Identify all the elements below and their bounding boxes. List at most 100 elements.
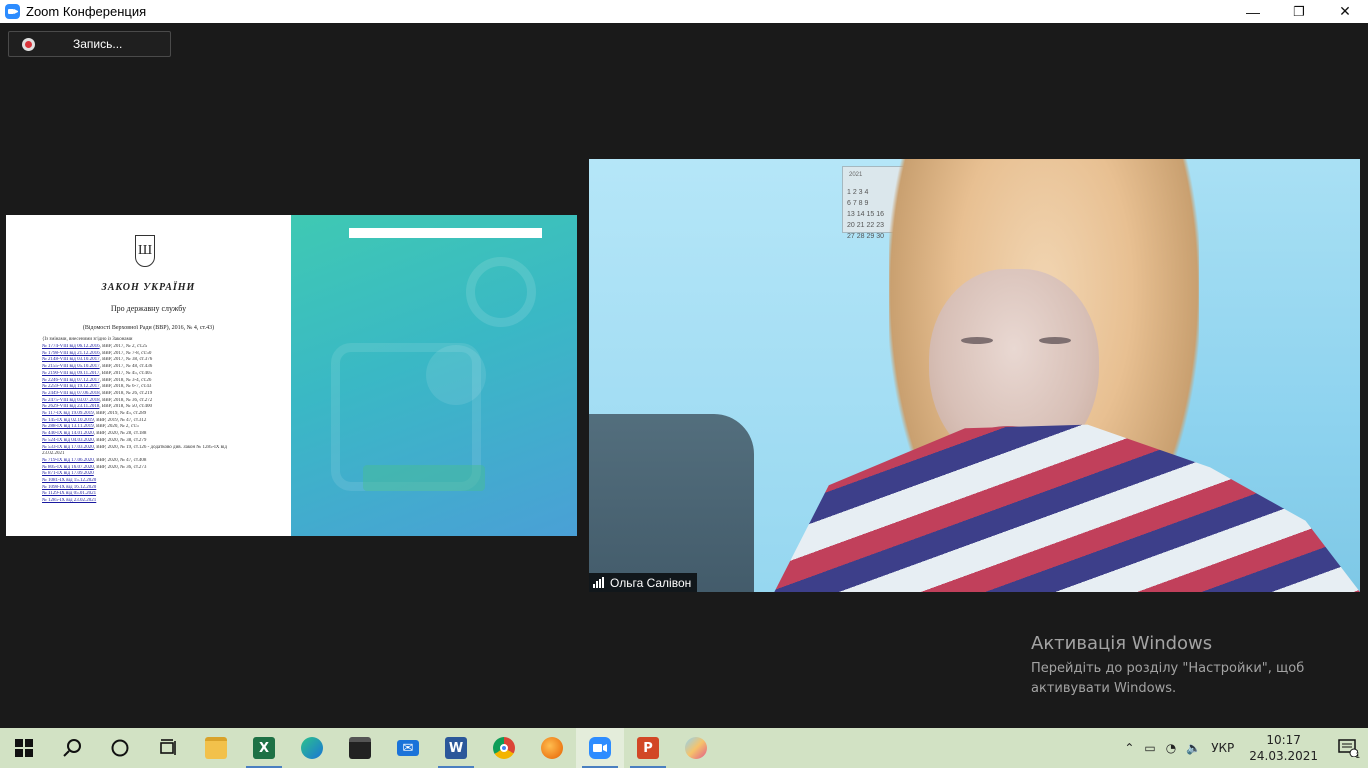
amendment-link[interactable]: № 117-IX від 19.09.2019 [42,411,94,416]
close-button[interactable]: ✕ [1322,0,1368,23]
cortana-circle-icon [111,739,129,757]
amendment-text: , ВВР, 2018, № 36, ст.272 [99,397,153,403]
slide-decor-bar [363,465,485,491]
cortana-button[interactable] [96,728,144,768]
system-tray: ⌃ ▭ ◔ 🔈 УКР 10:17 24.03.2021 1 [1119,728,1368,768]
amendment-link[interactable]: № 1098-IX від 16.12.2020 [42,485,96,490]
amendment-text: , ВВР, 2018, № 26, ст.219 [99,390,153,396]
amendment-row: № 288-IX від 13.11.2019, ВВР, 2020, № 2,… [42,424,282,431]
input-language[interactable]: УКР [1206,741,1239,755]
amendment-row: № 1129-IX від 05.01.2021 [42,491,282,498]
window-controls: — ❐ ✕ [1230,0,1368,23]
amendment-link[interactable]: № 2629-VIII від 23.11.2018 [42,404,99,409]
amendment-link[interactable]: № 145-IX від 02.10.2019 [42,418,94,423]
minimize-button[interactable]: — [1230,0,1276,23]
maximize-button[interactable]: ❐ [1276,0,1322,23]
amendment-link[interactable]: № 440-IX від 14.01.2020 [42,431,94,436]
activation-line-2: активувати Windows. [1031,681,1177,696]
amendment-text: , ВВР, 2017, № 45, ст.405 [99,370,153,376]
amendment-row: № 533-IX від 17.03.2020, ВВР, 2020, № 19… [42,445,282,452]
paint-icon [685,737,707,759]
wifi-icon[interactable]: ◔ [1161,741,1181,755]
amendment-row: № 524-IX від 04.03.2020, ВВР, 2020, № 38… [42,438,282,445]
taskbar-mail[interactable]: ✉ [384,728,432,768]
amendment-link[interactable]: № 719-IX від 17.06.2020 [42,458,94,463]
taskbar-chrome[interactable] [480,728,528,768]
search-button[interactable] [48,728,96,768]
taskbar-zoom[interactable] [576,728,624,768]
amendments-list: № 1774-VIII від 06.12.2016 , ВВР, 2017, №… [42,344,282,505]
amendment-row: № 145-IX від 02.10.2019, ВВР, 2019, № 47… [42,418,282,425]
badge-watermark-icon [426,345,486,405]
taskbar-excel[interactable]: X [240,728,288,768]
activation-title: Активація Windows [1031,633,1213,654]
law-subtitle: Про державну службу [110,304,187,313]
amendment-link[interactable]: № 1129-IX від 05.01.2021 [42,491,96,496]
recording-button[interactable]: Запись... [8,31,171,57]
amendment-text: 23.02.2021 [42,451,65,457]
start-button[interactable] [0,728,48,768]
mail-icon: ✉ [397,740,419,756]
amendment-row: № 2449-VIII від 07.06.2018, ВВР, 2018, №… [42,391,282,398]
amendment-text: , ВВР, 2017, № 38, ст.376 [99,357,153,363]
firefox-icon [541,737,563,759]
amendment-row: № 2259-VIII від 19.12.2017, ВВР, 2018, №… [42,384,282,391]
amendment-link[interactable]: № 1081-IX від 15.12.2020 [42,478,96,483]
amendment-row: № 2148-VIII від 03.10.2017, ВВР, 2017, №… [42,357,282,364]
taskbar-firefox[interactable] [528,728,576,768]
amendment-link[interactable]: № 2190-VIII від 09.11.2017 [42,371,99,376]
search-watermark-icon [466,257,536,327]
activation-text: Перейдіть до розділу "Настройки", щоб ак… [1031,659,1304,699]
amendment-text: , ВВР, 2020, № 38, ст.279 [93,437,147,443]
amendment-link[interactable]: № 524-IX від 04.03.2020 [42,438,94,443]
participant-name: Ольга Салівон [610,575,692,590]
notification-count: 1 [1355,751,1360,760]
task-view-button[interactable] [144,728,192,768]
amendment-link[interactable]: № 533-IX від 17.03.2020 [42,445,94,450]
notification-center-button[interactable]: 1 [1328,728,1368,768]
amendment-link[interactable]: № 2148-VIII від 03.10.2017 [42,357,100,362]
speaker-icon[interactable]: 🔈 [1181,741,1206,755]
amendment-link[interactable]: № 1774-VIII від 06.12.2016 [42,344,100,349]
amendment-row: № 719-IX від 17.06.2020, ВВР, 2020, № 47… [42,458,282,465]
shared-screen[interactable]: Ш ЗАКОН УКРАЇНИ Про державну службу (Від… [6,215,577,536]
chair [589,414,754,592]
taskbar-paint[interactable] [672,728,720,768]
system-clock[interactable]: 10:17 24.03.2021 [1239,732,1328,764]
taskbar-powerpoint[interactable]: P [624,728,672,768]
amendment-link[interactable]: № 871-IX від 17.09.2020 [42,471,94,476]
windows-activation-watermark: Активація Windows Перейдіть до розділу "… [1031,633,1304,699]
law-source: (Відомості Верховної Ради (ВВР), 2016, №… [82,325,215,331]
taskbar-edge[interactable] [288,728,336,768]
taskbar-file-explorer[interactable] [192,728,240,768]
taskbar-word[interactable]: W [432,728,480,768]
amendment-link[interactable]: № 2449-VIII від 07.06.2018 [42,391,100,396]
amendment-link[interactable]: № 288-IX від 13.11.2019 [42,424,94,429]
amendment-text: , ВВР, 2018, № 3-4, ст.26 [99,377,152,383]
amendment-link[interactable]: № 2246-VIII від 07.12.2017 [42,378,100,383]
folder-icon [205,737,227,759]
window-titlebar: Zoom Конференция — ❐ ✕ [0,0,1368,23]
amendment-link[interactable]: № 1285-IX від 23.02.2021 [42,498,96,503]
amendment-row: № 805-IX від 16.07.2020, ВВР, 2020, № 36… [42,465,282,472]
amendment-row: № 1285-IX від 23.02.2021 [42,498,282,505]
word-icon: W [445,737,467,759]
amendment-text: , ВВР, 2018, № 50, ст.400 [99,404,153,410]
participant-name-tag: Ольга Салівон [589,573,698,592]
battery-icon[interactable]: ▭ [1139,741,1160,755]
participant-video[interactable]: 2021 1 2 3 46 7 8 9 13 14 15 16 20 21 22 2… [589,159,1360,592]
amendment-link[interactable]: № 1798-VIII від 21.12.2016 [42,351,100,356]
windows-logo-icon [15,739,33,757]
law-title: ЗАКОН УКРАЇНИ [101,282,196,293]
amendment-link[interactable]: № 2259-VIII від 19.12.2017 [42,384,100,389]
amendment-link[interactable]: № 2475-VIII від 03.07.2018 [42,398,100,403]
show-hidden-icons-chevron-icon[interactable]: ⌃ [1119,741,1139,755]
amendment-row: № 2629-VIII від 23.11.2018, ВВР, 2018, №… [42,404,282,411]
search-icon [63,739,81,757]
amendment-link[interactable]: № 2155-VIII від 05.10.2017 [42,364,100,369]
amendment-row: № 117-IX від 19.09.2019, ВВР, 2019, № 45… [42,411,282,418]
edge-icon [301,737,323,759]
slide-title-bar [349,228,542,238]
taskbar-store[interactable] [336,728,384,768]
amendment-link[interactable]: № 805-IX від 16.07.2020 [42,465,94,470]
